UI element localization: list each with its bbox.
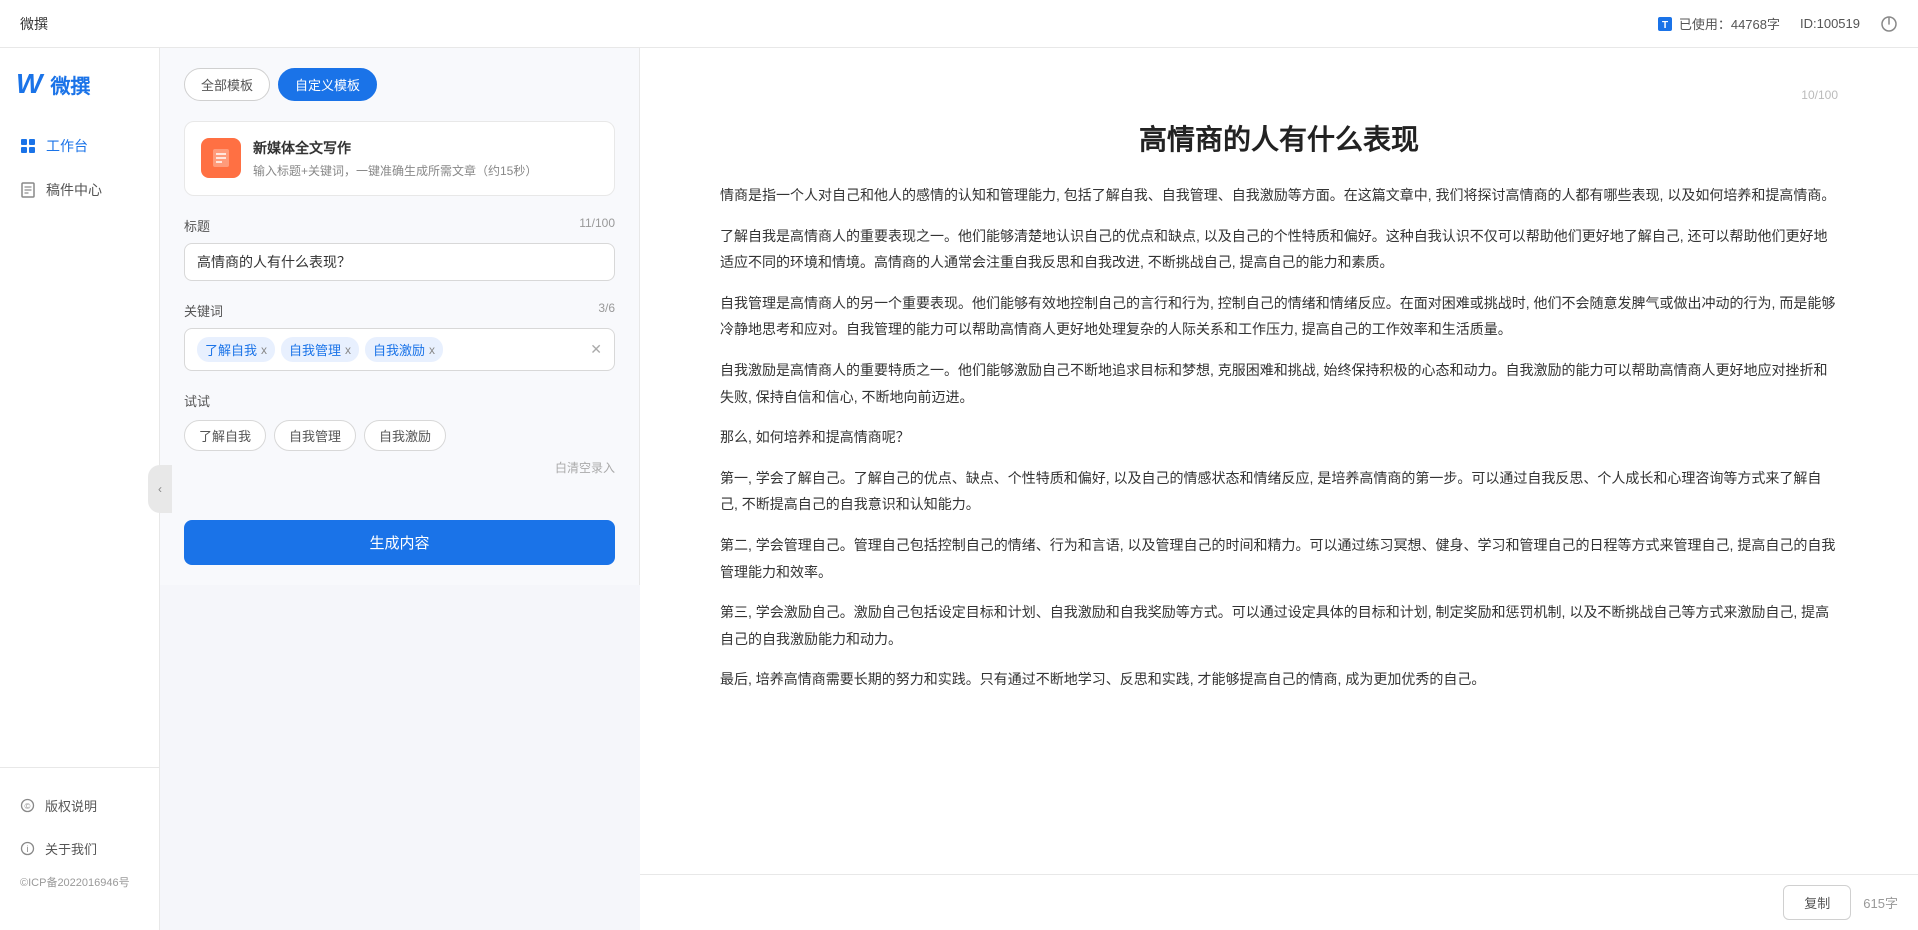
sidebar-item-about[interactable]: i 关于我们: [0, 827, 159, 870]
suggestion-2[interactable]: 自我管理: [274, 420, 356, 451]
logo-w: W: [16, 68, 42, 100]
logo-text: 微撰: [50, 70, 90, 99]
content-meta: 10/100: [720, 88, 1838, 102]
keywords-clear[interactable]: ✕: [590, 341, 602, 358]
tab-custom[interactable]: 自定义模板: [278, 68, 377, 101]
template-info: 新媒体全文写作 输入标题+关键词，一键准确生成所需文章（约15秒）: [253, 138, 537, 179]
paragraph-4: 自我激励是高情商人的重要特质之一。他们能够激励自己不断地追求目标和梦想, 克服困…: [720, 357, 1838, 410]
suggestion-1[interactable]: 了解自我: [184, 420, 266, 451]
sidebar-item-copyright[interactable]: © 版权说明: [0, 784, 159, 827]
workbench-icon: [20, 138, 36, 154]
keyword-tag-1[interactable]: 了解自我 x: [197, 337, 275, 362]
suggestion-3[interactable]: 自我激励: [364, 420, 446, 451]
logo-area: W 微撰: [0, 68, 159, 124]
keyword-text-3: 自我激励: [373, 340, 425, 359]
word-count: 615字: [1863, 893, 1898, 912]
paragraph-5: 那么, 如何培养和提高情商呢？: [720, 424, 1838, 451]
beian: ©ICP备2022016946号: [0, 870, 159, 894]
about-icon: i: [20, 841, 35, 856]
sidebar: W 微撰 工作台 稿件中心: [0, 48, 160, 930]
power-icon[interactable]: [1880, 15, 1898, 33]
collapse-arrow[interactable]: ‹: [148, 465, 172, 513]
template-card[interactable]: 新媒体全文写作 输入标题+关键词，一键准确生成所需文章（约15秒）: [184, 121, 615, 196]
topbar-title: 微撰: [20, 14, 48, 34]
keyword-text-2: 自我管理: [289, 340, 341, 359]
template-icon: [201, 138, 241, 178]
svg-text:T: T: [1662, 20, 1668, 31]
keywords-box[interactable]: 了解自我 x 自我管理 x 自我激励 x ✕: [184, 328, 615, 371]
about-label: 关于我们: [45, 839, 97, 858]
clear-link[interactable]: 白清空录入: [184, 459, 615, 476]
content-panel: 10/100 高情商的人有什么表现 情商是指一个人对自己和他人的感情的认知和管理…: [640, 48, 1918, 930]
usage-text: 已使用：44768字: [1679, 14, 1780, 33]
keywords-label: 关键词: [184, 301, 223, 320]
suggestions-title: 试试: [184, 391, 615, 410]
template-desc: 输入标题+关键词，一键准确生成所需文章（约15秒）: [253, 162, 537, 179]
paragraph-8: 第三, 学会激励自己。激励自己包括设定目标和计划、自我激励和自我奖励等方式。可以…: [720, 599, 1838, 652]
keyword-tag-3[interactable]: 自我激励 x: [365, 337, 443, 362]
title-input[interactable]: [184, 243, 615, 281]
content-footer: 复制 615字: [640, 874, 1918, 930]
keywords-section: 关键词 3/6 了解自我 x 自我管理 x 自我激励: [184, 301, 615, 371]
sidebar-bottom: © 版权说明 i 关于我们 ©ICP备2022016946号: [0, 767, 159, 910]
usage-info: T 已使用：44768字: [1657, 14, 1780, 33]
copyright-icon: ©: [20, 798, 35, 813]
keywords-label-row: 关键词 3/6: [184, 301, 615, 320]
tabs: 全部模板 自定义模板: [184, 68, 615, 101]
copyright-label: 版权说明: [45, 796, 97, 815]
title-label: 标题: [184, 216, 210, 235]
title-section: 标题 11/100: [184, 216, 615, 281]
drafts-label: 稿件中心: [46, 180, 102, 200]
paragraph-7: 第二, 学会管理自己。管理自己包括控制自己的情绪、行为和言语, 以及管理自己的时…: [720, 532, 1838, 585]
suggestions: 了解自我 自我管理 自我激励: [184, 420, 615, 451]
paragraph-3: 自我管理是高情商人的另一个重要表现。他们能够有效地控制自己的言行和行为, 控制自…: [720, 290, 1838, 343]
title-label-row: 标题 11/100: [184, 216, 615, 235]
keyword-tag-2[interactable]: 自我管理 x: [281, 337, 359, 362]
keywords-count: 3/6: [598, 301, 615, 320]
drafts-icon: [20, 182, 36, 198]
topbar: 微撰 T 已使用：44768字 ID:100519: [0, 0, 1918, 48]
svg-text:i: i: [27, 844, 29, 854]
content-body: 情商是指一个人对自己和他人的感情的认知和管理能力, 包括了解自我、自我管理、自我…: [720, 182, 1838, 693]
keyword-text-1: 了解自我: [205, 340, 257, 359]
topbar-right: T 已使用：44768字 ID:100519: [1657, 14, 1898, 33]
tab-all[interactable]: 全部模板: [184, 68, 270, 101]
workbench-label: 工作台: [46, 136, 88, 156]
template-title: 新媒体全文写作: [253, 138, 537, 158]
sidebar-item-workbench[interactable]: 工作台: [0, 124, 159, 168]
paragraph-9: 最后, 培养高情商需要长期的努力和实践。只有通过不断地学习、反思和实践, 才能够…: [720, 666, 1838, 693]
generate-button[interactable]: 生成内容: [184, 520, 615, 565]
copy-button[interactable]: 复制: [1783, 885, 1851, 920]
title-count: 11/100: [579, 216, 615, 235]
paragraph-1: 情商是指一个人对自己和他人的感情的认知和管理能力, 包括了解自我、自我管理、自我…: [720, 182, 1838, 209]
sidebar-item-drafts[interactable]: 稿件中心: [0, 168, 159, 212]
suggestions-section: 试试 了解自我 自我管理 自我激励 白清空录入: [184, 391, 615, 476]
info-icon: T: [1657, 16, 1673, 32]
content-scroll: 10/100 高情商的人有什么表现 情商是指一个人对自己和他人的感情的认知和管理…: [640, 48, 1918, 874]
keyword-remove-2[interactable]: x: [345, 343, 351, 357]
content-title: 高情商的人有什么表现: [720, 118, 1838, 158]
keyword-remove-3[interactable]: x: [429, 343, 435, 357]
keyword-remove-1[interactable]: x: [261, 343, 267, 357]
paragraph-2: 了解自我是高情商人的重要表现之一。他们能够清楚地认识自己的优点和缺点, 以及自己…: [720, 223, 1838, 276]
paragraph-6: 第一, 学会了解自己。了解自己的优点、缺点、个性特质和偏好, 以及自己的情感状态…: [720, 465, 1838, 518]
middle-panel: 全部模板 自定义模板 新媒体全文写作: [160, 48, 640, 585]
svg-text:©: ©: [25, 802, 31, 811]
id-info: ID:100519: [1800, 16, 1860, 31]
sidebar-nav: 工作台 稿件中心: [0, 124, 159, 767]
